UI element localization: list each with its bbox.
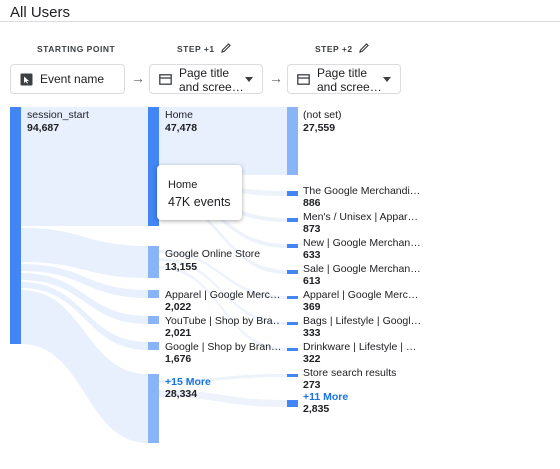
node-bar-new[interactable] xyxy=(287,244,298,248)
node-label-sale: Sale | Google Merchan… xyxy=(303,263,420,275)
node-bar-apparel-2[interactable] xyxy=(287,296,298,299)
tooltip-title: Home xyxy=(168,179,198,191)
node-value-bags: 333 xyxy=(303,327,321,339)
node-bar-bags[interactable] xyxy=(287,322,298,325)
node-label-google-merch: The Google Merchandi… xyxy=(303,185,420,197)
node-value-step1-more: 28,334 xyxy=(165,388,198,400)
node-bar-google-shop[interactable] xyxy=(148,342,159,350)
node-bar-drinkware[interactable] xyxy=(287,348,298,351)
flow-ribbons xyxy=(21,107,287,443)
node-value-google-shop: 1,676 xyxy=(165,353,192,365)
node-label-google-online-store: Google Online Store xyxy=(165,248,261,260)
node-value-mens-unisex: 873 xyxy=(303,223,321,235)
node-value-drinkware: 322 xyxy=(303,353,321,365)
node-bar-store-search[interactable] xyxy=(287,374,298,377)
node-label-mens-unisex: Men's / Unisex | Appar… xyxy=(303,211,419,223)
node-label-apparel-2: Apparel | Google Merc… xyxy=(303,289,419,301)
node-value-youtube: 2,021 xyxy=(165,327,192,339)
node-value-google-merch: 886 xyxy=(303,197,321,209)
node-bar-mens-unisex[interactable] xyxy=(287,218,298,222)
node-value-sale: 613 xyxy=(303,275,321,287)
node-label-google-shop: Google | Shop by Bran… xyxy=(165,341,280,353)
node-label-home: Home xyxy=(165,109,194,121)
node-value-apparel-2: 369 xyxy=(303,301,321,313)
node-label-new: New | Google Merchan… xyxy=(303,237,420,249)
step1-more-link[interactable]: +15 More xyxy=(165,376,211,388)
node-label-store-search: Store search results xyxy=(303,367,397,379)
node-label-session-start: session_start xyxy=(27,109,89,121)
node-bar-sale[interactable] xyxy=(287,270,298,274)
node-bar-google-online-store[interactable] xyxy=(148,246,159,278)
node-value-session-start: 94,687 xyxy=(27,122,60,134)
hover-tooltip: Home 47K events xyxy=(157,165,242,220)
node-value-google-online-store: 13,155 xyxy=(165,261,198,273)
node-value-apparel: 2,022 xyxy=(165,301,192,313)
tooltip-value: 47K events xyxy=(168,195,231,209)
node-bar-session-start[interactable] xyxy=(10,107,21,344)
node-bar-step2-more[interactable] xyxy=(287,400,298,407)
node-bar-apparel[interactable] xyxy=(148,290,159,298)
node-bar-youtube[interactable] xyxy=(148,316,159,324)
node-value-not-set: 27,559 xyxy=(303,122,336,134)
node-bar-google-merch[interactable] xyxy=(287,191,298,196)
node-bar-step1-more[interactable] xyxy=(148,374,159,443)
node-value-new: 633 xyxy=(303,249,321,261)
node-bar-not-set[interactable] xyxy=(287,107,298,175)
node-value-step2-more: 2,835 xyxy=(303,403,330,415)
node-label-not-set: (not set) xyxy=(303,109,342,121)
node-value-home: 47,478 xyxy=(165,122,198,134)
step2-more-link[interactable]: +11 More xyxy=(303,391,348,403)
node-value-store-search: 273 xyxy=(303,379,321,391)
node-label-bags: Bags | Lifestyle | Googl… xyxy=(303,315,420,327)
node-label-drinkware: Drinkware | Lifestyle | … xyxy=(303,341,417,353)
node-label-apparel: Apparel | Google Merc… xyxy=(165,289,280,301)
node-label-youtube: YouTube | Shop by Bra… xyxy=(165,315,280,327)
